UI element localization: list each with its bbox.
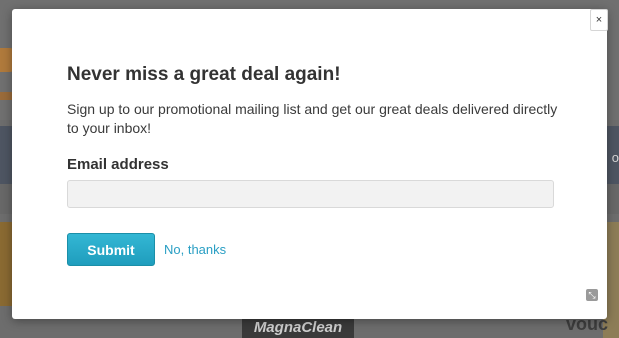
background-nav-text: o bbox=[611, 150, 619, 165]
email-label: Email address bbox=[67, 156, 169, 173]
background-product-banner: MagnaClean bbox=[242, 318, 354, 338]
modal-title: Never miss a great deal again! bbox=[67, 64, 341, 85]
newsletter-modal: Never miss a great deal again! Sign up t… bbox=[12, 9, 607, 319]
email-field[interactable] bbox=[67, 180, 554, 208]
submit-button[interactable]: Submit bbox=[67, 233, 155, 266]
resize-icon: ⤡ bbox=[586, 289, 598, 301]
modal-description: Sign up to our promotional mailing list … bbox=[67, 101, 558, 136]
close-icon: × bbox=[595, 14, 603, 26]
close-button[interactable]: × bbox=[590, 9, 608, 31]
no-thanks-link[interactable]: No, thanks bbox=[164, 242, 226, 257]
